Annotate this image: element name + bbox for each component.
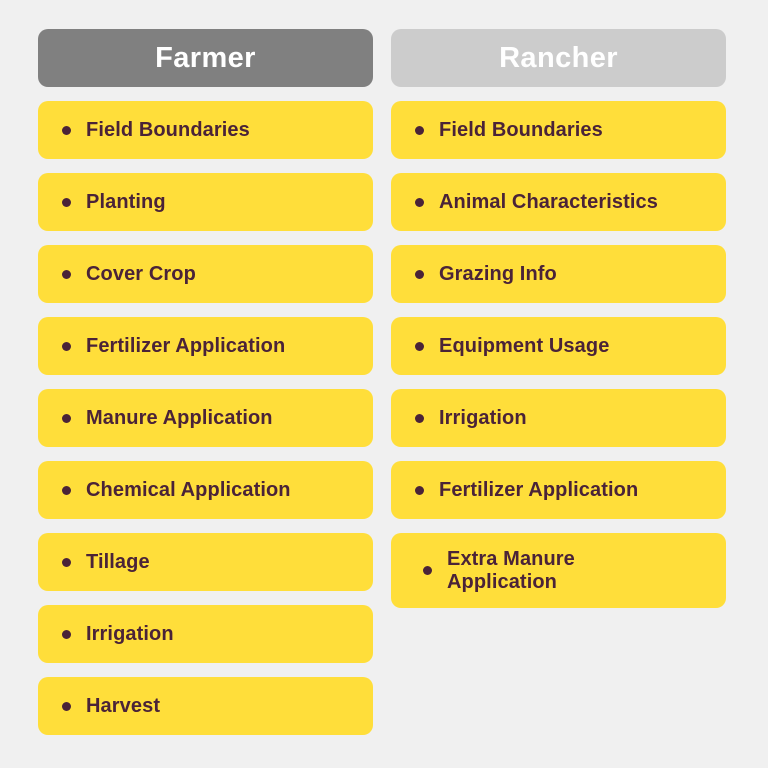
list-item-label: Field Boundaries	[86, 118, 250, 141]
bullet-dot-icon	[62, 125, 71, 135]
list-item-label: Manure Application	[86, 406, 273, 429]
bullet-dot-icon	[415, 485, 424, 495]
list-item-label: Tillage	[86, 550, 150, 573]
list-item[interactable]: Fertilizer Application	[391, 461, 726, 519]
comparison-board: Farmer Field Boundaries Planting Cover C…	[0, 0, 768, 768]
list-item-label: Irrigation	[86, 622, 174, 645]
bullet-dot-icon	[415, 269, 424, 279]
list-item-label: Fertilizer Application	[439, 478, 639, 501]
bullet-dot-icon	[423, 566, 432, 575]
column-title-farmer: Farmer	[155, 41, 256, 74]
bullet-dot-icon	[62, 701, 71, 711]
bullet-dot-icon	[62, 557, 71, 567]
list-item[interactable]: Irrigation	[38, 605, 373, 663]
list-item[interactable]: Planting	[38, 173, 373, 231]
bullet-dot-icon	[62, 341, 71, 351]
bullet-dot-icon	[415, 413, 424, 423]
list-item[interactable]: Grazing Info	[391, 245, 726, 303]
bullet-dot-icon	[62, 629, 71, 639]
list-item-label: Equipment Usage	[439, 334, 610, 357]
list-item-label: Extra Manure Application	[447, 548, 575, 593]
list-item[interactable]: Animal Characteristics	[391, 173, 726, 231]
list-item-label: Cover Crop	[86, 262, 196, 285]
bullet-dot-icon	[62, 485, 71, 495]
bullet-dot-icon	[415, 197, 424, 207]
list-item[interactable]: Tillage	[38, 533, 373, 591]
column-title-rancher: Rancher	[499, 41, 618, 74]
list-item[interactable]: Fertilizer Application	[38, 317, 373, 375]
list-item[interactable]: Field Boundaries	[391, 101, 726, 159]
list-item[interactable]: Chemical Application	[38, 461, 373, 519]
list-item[interactable]: Equipment Usage	[391, 317, 726, 375]
bullet-dot-icon	[62, 197, 71, 207]
column-header-rancher: Rancher	[391, 29, 726, 87]
bullet-dot-icon	[62, 269, 71, 279]
list-item-label: Grazing Info	[439, 262, 557, 285]
list-item[interactable]: Field Boundaries	[38, 101, 373, 159]
list-item-label: Irrigation	[439, 406, 527, 429]
list-item[interactable]: Manure Application	[38, 389, 373, 447]
column-farmer: Farmer Field Boundaries Planting Cover C…	[38, 29, 373, 735]
list-item[interactable]: Extra Manure Application	[391, 533, 726, 608]
list-item-label: Animal Characteristics	[439, 190, 658, 213]
list-item[interactable]: Cover Crop	[38, 245, 373, 303]
column-rancher: Rancher Field Boundaries Animal Characte…	[391, 29, 726, 608]
bullet-dot-icon	[415, 125, 424, 135]
bullet-dot-icon	[415, 341, 424, 351]
bullet-dot-icon	[62, 413, 71, 423]
list-item-label: Chemical Application	[86, 478, 291, 501]
list-item-label: Field Boundaries	[439, 118, 603, 141]
column-header-farmer: Farmer	[38, 29, 373, 87]
list-item-label: Harvest	[86, 694, 161, 717]
list-item[interactable]: Irrigation	[391, 389, 726, 447]
list-item-label: Planting	[86, 190, 166, 213]
list-item[interactable]: Harvest	[38, 677, 373, 735]
list-item-label: Fertilizer Application	[86, 334, 286, 357]
